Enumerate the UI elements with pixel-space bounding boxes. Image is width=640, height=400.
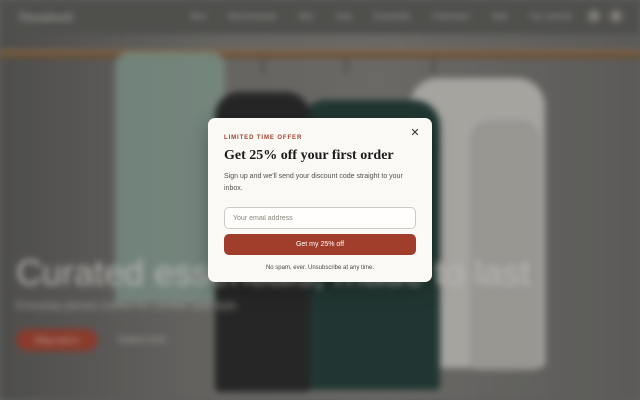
- offer-eyebrow: LIMITED TIME OFFER: [224, 135, 303, 141]
- discount-signup-modal: ✕ LIMITED TIME OFFER Get 25% off your fi…: [208, 118, 432, 282]
- offer-headline: Get 25% off your first order: [224, 148, 394, 163]
- close-icon[interactable]: ✕: [408, 126, 422, 140]
- get-discount-button[interactable]: Get my 25% off: [224, 234, 416, 255]
- email-field[interactable]: [224, 207, 416, 229]
- offer-description: Sign up and we'll send your discount cod…: [224, 173, 403, 192]
- no-spam-note: No spam, ever. Unsubscribe at any time.: [265, 265, 375, 271]
